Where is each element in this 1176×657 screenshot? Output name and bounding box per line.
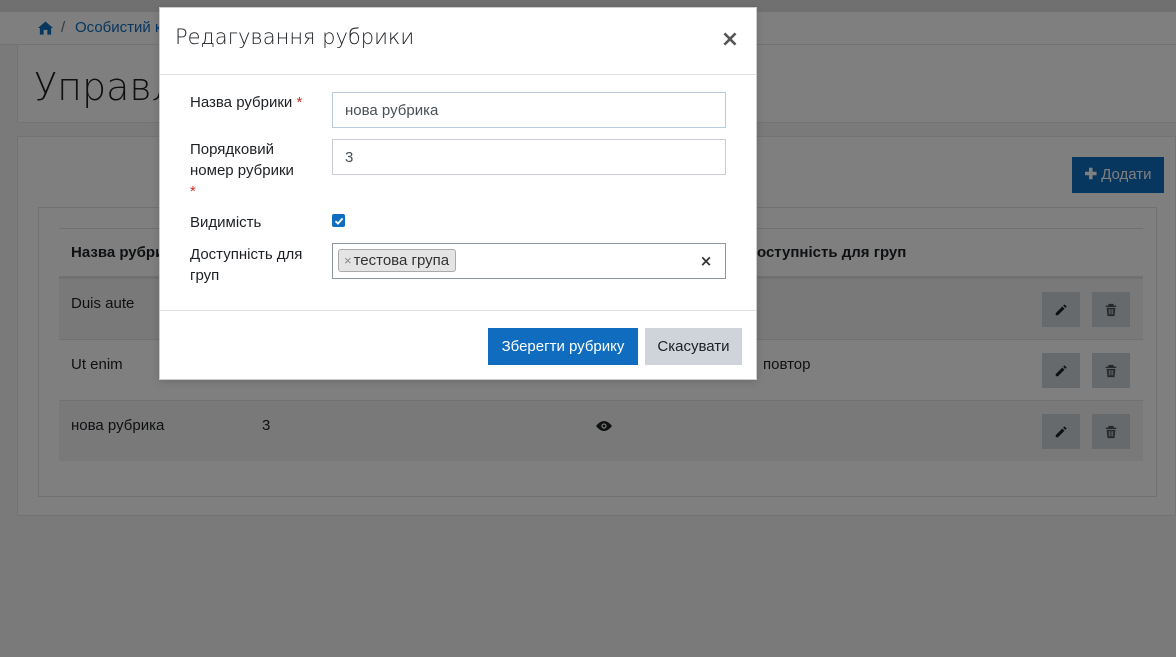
edit-category-modal: Редагування рубрики × Назва рубрики * По… — [159, 7, 757, 380]
visibility-checkbox[interactable] — [332, 214, 345, 227]
name-label-text: Назва рубрики — [190, 94, 293, 111]
groups-label-line2: груп — [190, 267, 220, 284]
cancel-button[interactable]: Скасувати — [645, 328, 742, 365]
tag-remove-icon[interactable]: × — [344, 253, 352, 268]
tag-label: тестова група — [353, 252, 450, 269]
save-category-button[interactable]: Зберегти рубрику — [488, 328, 638, 365]
category-name-input[interactable] — [332, 92, 726, 128]
groups-label: Доступність для груп — [190, 244, 302, 286]
order-label: Порядковий номер рубрики * — [190, 139, 294, 202]
close-icon[interactable]: × — [716, 26, 744, 54]
required-mark: * — [190, 183, 196, 200]
groups-multiselect[interactable]: × тестова група × — [332, 243, 726, 279]
groups-label-line1: Доступність для — [190, 246, 303, 263]
modal-footer: Зберегти рубрику Скасувати — [160, 310, 756, 380]
modal-header: Редагування рубрики × — [160, 8, 756, 75]
order-label-line1: Порядковий — [190, 141, 274, 158]
check-icon — [334, 217, 343, 225]
order-label-line2: номер рубрики — [190, 162, 294, 179]
order-number-input[interactable] — [332, 139, 726, 175]
clear-selection-icon[interactable]: × — [697, 251, 715, 271]
name-label: Назва рубрики * — [190, 92, 302, 113]
visibility-label: Видимість — [190, 214, 262, 231]
selected-group-tag: × тестова група — [338, 249, 457, 272]
required-mark: * — [296, 94, 303, 111]
modal-title: Редагування рубрики — [175, 25, 415, 49]
